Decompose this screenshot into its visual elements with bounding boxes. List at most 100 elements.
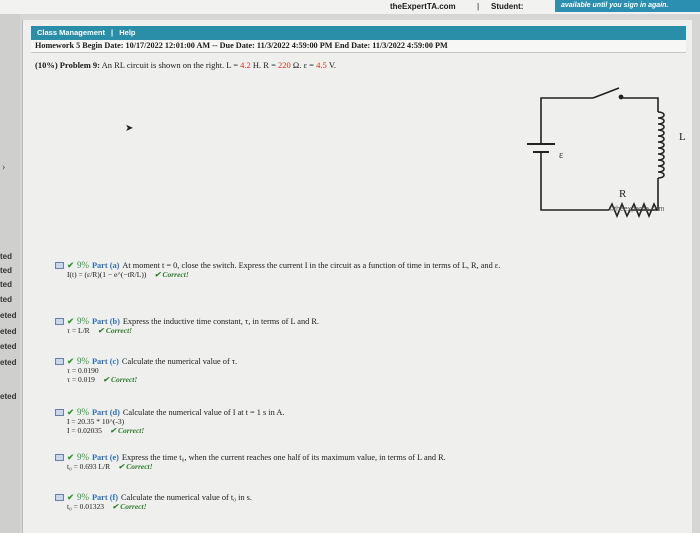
part-prompt: Calculate the numerical value of τ. — [121, 356, 238, 366]
sidebar-status[interactable]: ted — [0, 280, 12, 289]
sidebar-status[interactable]: eted — [0, 342, 16, 351]
menu-class-management[interactable]: Class Management — [37, 28, 105, 37]
sidebar-status[interactable]: eted — [0, 327, 16, 336]
session-banner: available until you sign in again. — [555, 0, 700, 12]
problem-text: An RL circuit is shown on the right. — [101, 60, 225, 70]
part-weight: 9% — [76, 452, 89, 462]
inductance-value: 4.2 — [240, 60, 251, 70]
part-label[interactable]: Part (b) — [92, 317, 120, 326]
answer-line: I(t) = (ε/R)(1 − e^(−tR/L)) ✔ Correct! — [55, 270, 500, 279]
inductance-symbol: L = — [226, 60, 241, 70]
part-f: ✔ 9% Part (f) Calculate the numerical value… — [55, 492, 252, 511]
part-prompt: At moment t = 0, close the switch. Expre… — [122, 260, 501, 270]
resistance-unit: Ω. — [290, 60, 302, 70]
expand-toggle[interactable] — [55, 408, 64, 416]
part-label[interactable]: Part (e) — [92, 453, 119, 462]
expand-toggle[interactable] — [55, 261, 64, 269]
part-weight: 9% — [76, 407, 89, 417]
part-c: ✔ 9% Part (c) Calculate the numerical value… — [55, 356, 237, 385]
site-brand[interactable]: theExpertTA.com — [390, 2, 456, 11]
answer-value: t₀ = 0.01323 — [67, 502, 105, 511]
part-prompt: Express the time t₀, when the current re… — [121, 452, 446, 462]
resistance-value: 220 — [278, 60, 291, 70]
sidebar-status[interactable]: eted — [0, 311, 16, 320]
answer-line: τ = L/R ✔ Correct! — [55, 326, 319, 335]
part-e: ✔ 9% Part (e) Express the time t₀, when the… — [55, 452, 446, 471]
part-label[interactable]: Part (c) — [92, 357, 119, 366]
expand-toggle[interactable] — [55, 357, 64, 365]
part-weight: 9% — [76, 260, 89, 270]
part-weight: 9% — [76, 316, 89, 326]
part-weight: 9% — [76, 492, 89, 502]
expand-arrow-icon[interactable]: › — [2, 162, 5, 173]
correct-text: Correct! — [105, 326, 133, 335]
emf-unit: V. — [326, 60, 337, 70]
correct-badge: ✔ Correct! — [102, 375, 138, 385]
inductor-coil — [657, 111, 665, 179]
top-bar: theExpertTA.com | Student: available unt… — [0, 0, 700, 14]
problem-statement: (10%) Problem 9: An RL circuit is shown … — [35, 60, 336, 70]
mouse-cursor-icon: ➤ — [125, 123, 134, 134]
answer-line: t₀ = 0.01323 ✔ Correct! — [55, 502, 252, 511]
answer-line: τ = 0.0190 τ = 0.019 ✔ Correct! — [55, 366, 237, 385]
problem-panel: Class Management | Help Homework 5 Begin… — [22, 20, 692, 533]
emf-symbol: ε = — [301, 60, 317, 70]
part-prompt: Calculate the numerical value of I at t … — [122, 407, 285, 417]
resistance-symbol: R = — [261, 60, 279, 70]
menu-help[interactable]: Help — [119, 28, 135, 37]
check-icon: ✔ — [67, 261, 74, 270]
problem-label: (10%) Problem 9: — [35, 60, 100, 70]
sidebar-status[interactable]: ted — [0, 266, 12, 275]
expand-toggle[interactable] — [55, 493, 64, 501]
answer-value: I = 20.35 * 10^(-3) — [67, 417, 125, 426]
sidebar-status[interactable]: ted — [0, 295, 12, 304]
expand-toggle[interactable] — [55, 453, 64, 461]
answer-line: I = 20.35 * 10^(-3) I = 0.02035 ✔ Correct! — [55, 417, 284, 436]
answer-value: τ = 0.019 — [67, 375, 95, 385]
part-label[interactable]: Part (a) — [92, 261, 119, 270]
student-label: Student: — [491, 2, 524, 11]
part-prompt: Express the inductive time constant, τ, … — [122, 316, 319, 326]
part-a: ✔ 9% Part (a) At moment t = 0, close the sw… — [55, 260, 500, 279]
correct-badge: ✔ Correct! — [97, 326, 133, 335]
correct-text: Correct! — [111, 375, 138, 385]
image-credit: ©theexpertta.com — [609, 206, 665, 213]
answer-value: I(t) = (ε/R)(1 − e^(−tR/L)) — [67, 270, 147, 279]
answer-line: t₀ = 0.693 L/R ✔ Correct! — [55, 462, 446, 471]
check-icon: ✔ — [67, 408, 74, 417]
part-d: ✔ 9% Part (d) Calculate the numerical value… — [55, 407, 284, 436]
correct-text: Correct! — [126, 462, 153, 471]
answer-value: τ = 0.0190 — [67, 366, 99, 375]
sidebar-status[interactable]: eted — [0, 392, 16, 401]
answer-value: τ = L/R — [67, 326, 90, 335]
topbar-separator: | — [477, 2, 480, 11]
correct-badge: ✔ Correct! — [112, 502, 147, 511]
correct-badge: ✔ Correct! — [118, 462, 153, 471]
correct-badge: ✔ Correct! — [154, 270, 189, 279]
battery-symbol — [527, 143, 555, 153]
part-b: ✔ 9% Part (b) Express the inductive time co… — [55, 316, 319, 335]
part-label[interactable]: Part (d) — [92, 408, 120, 417]
answer-value: t₀ = 0.693 L/R — [67, 462, 111, 471]
correct-text: Correct! — [118, 426, 145, 436]
part-weight: 9% — [76, 356, 89, 366]
expand-toggle[interactable] — [55, 317, 64, 325]
answer-value: I = 0.02035 — [67, 426, 102, 436]
rl-circuit-diagram: L R ε — [527, 87, 686, 219]
check-icon: ✔ — [67, 357, 74, 366]
correct-text: Correct! — [120, 502, 147, 511]
correct-badge: ✔ Correct! — [109, 426, 145, 436]
sidebar-status[interactable]: ted — [0, 252, 12, 261]
sidebar-status[interactable]: eted — [0, 358, 16, 367]
check-icon: ✔ — [67, 493, 74, 502]
resistor-label: R — [619, 188, 627, 200]
menu-separator: | — [111, 28, 114, 37]
left-sidebar: › ted ted ted ted eted eted eted eted et… — [0, 14, 20, 533]
inductor-label: L — [679, 131, 686, 143]
part-prompt: Calculate the numerical value of t₀ in s… — [120, 492, 252, 502]
correct-text: Correct! — [162, 270, 189, 279]
inductance-unit: H. — [250, 60, 262, 70]
part-label[interactable]: Part (f) — [92, 493, 118, 502]
check-icon: ✔ — [67, 317, 74, 326]
emf-label: ε — [559, 150, 563, 161]
